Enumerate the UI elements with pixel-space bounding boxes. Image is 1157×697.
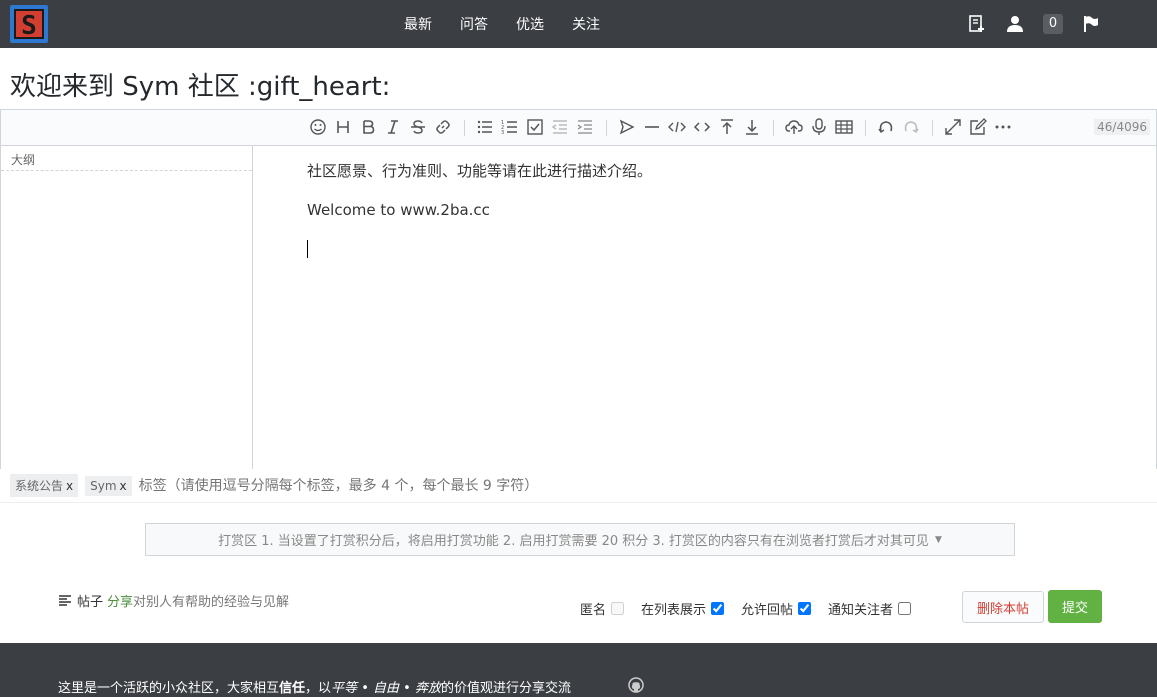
nav-right: 0 <box>949 0 1101 48</box>
editor-content[interactable]: 社区愿景、行为准则、功能等请在此进行描述介绍。 Welcome to www.2… <box>253 146 1156 469</box>
tag-input[interactable] <box>138 477 579 494</box>
upload-icon[interactable] <box>785 118 803 136</box>
footer: 这里是一个活跃的小众社区，大家相互信任，以平等 • 自由 • 奔放的价值观进行分… <box>0 643 1157 697</box>
post-type-hint: 帖子 分享 对别人有帮助的经验与见解 <box>58 591 289 610</box>
slogan-dot: • <box>399 681 415 696</box>
post-options: 匿名 在列表展示 允许回帖 通知关注者 <box>580 599 928 618</box>
ordered-list-icon[interactable]: 123 <box>501 118 519 136</box>
post-type-icon <box>59 594 71 606</box>
fullscreen-icon[interactable] <box>944 118 962 136</box>
hint-share: 分享 <box>107 595 134 610</box>
notification-count-badge[interactable]: 0 <box>1043 14 1063 34</box>
chevron-down-icon: ▼ <box>934 534 942 545</box>
toolbar-separator <box>773 120 774 136</box>
slogan-equality: 平等 <box>331 681 358 696</box>
submit-button[interactable]: 提交 <box>1048 590 1102 623</box>
anonymous-checkbox[interactable] <box>611 602 625 615</box>
tag-remove-button[interactable]: x <box>120 479 127 493</box>
outline-title: 大纲 <box>1 146 252 171</box>
hint-text: 对别人有帮助的经验与见解 <box>133 595 290 610</box>
undo-icon[interactable] <box>877 118 895 136</box>
tag-label: Sym <box>90 478 117 493</box>
anonymous-option[interactable]: 匿名 <box>580 599 625 618</box>
inline-code-icon[interactable] <box>693 118 711 136</box>
nav-latest[interactable]: 最新 <box>404 14 432 34</box>
text-cursor <box>307 240 308 258</box>
content-paragraph: Welcome to www.2ba.cc <box>307 201 490 219</box>
notify-followers-label: 通知关注者 <box>828 603 894 618</box>
code-block-icon[interactable] <box>668 118 686 136</box>
github-icon[interactable] <box>628 677 644 693</box>
quote-icon[interactable] <box>618 118 636 136</box>
strike-icon[interactable] <box>409 118 427 136</box>
unordered-list-icon[interactable] <box>476 118 494 136</box>
tag-chip[interactable]: 系统公告 x <box>10 474 79 497</box>
content-paragraph: 社区愿景、行为准则、功能等请在此进行描述介绍。 <box>307 162 653 180</box>
user-icon[interactable] <box>1005 14 1025 34</box>
more-icon[interactable] <box>994 118 1012 136</box>
editor-toolbar: 123 46/4096 <box>1 110 1156 146</box>
show-in-list-label: 在列表展示 <box>641 603 707 618</box>
allow-reply-label: 允许回帖 <box>741 603 794 618</box>
toolbar-separator <box>464 120 465 136</box>
link-icon[interactable] <box>434 118 452 136</box>
notify-followers-option[interactable]: 通知关注者 <box>828 599 912 618</box>
allow-reply-checkbox[interactable] <box>798 602 812 615</box>
tag-remove-button[interactable]: x <box>66 479 73 493</box>
slogan-part: ，以 <box>305 681 332 696</box>
italic-icon[interactable] <box>384 118 402 136</box>
bold-icon[interactable] <box>359 118 377 136</box>
table-icon[interactable] <box>835 118 853 136</box>
flag-icon[interactable] <box>1081 14 1101 34</box>
horizontal-rule-icon[interactable] <box>643 118 661 136</box>
new-post-icon[interactable] <box>967 14 987 34</box>
show-in-list-checkbox[interactable] <box>711 602 725 615</box>
toolbar-separator <box>865 120 866 136</box>
edit-mode-icon[interactable] <box>969 118 987 136</box>
slogan-part: 这里是一个活跃的小众社区，大家相互 <box>58 681 280 696</box>
checklist-icon[interactable] <box>526 118 544 136</box>
toolbar-separator <box>606 120 607 136</box>
heading-icon[interactable] <box>334 118 352 136</box>
reward-section-toggle[interactable]: 打赏区 1. 当设置了打赏积分后，将启用打赏功能 2. 启用打赏需要 20 积分… <box>145 523 1015 556</box>
anonymous-label: 匿名 <box>580 603 607 618</box>
outline-panel: 大纲 <box>1 146 253 469</box>
svg-text:3: 3 <box>501 130 504 136</box>
nav-links: 最新 问答 优选 关注 <box>390 0 614 48</box>
tag-label: 系统公告 <box>15 479 64 493</box>
slogan-dot: • <box>357 681 373 696</box>
nav-follow[interactable]: 关注 <box>572 14 600 34</box>
slogan-freedom: 自由 <box>373 681 400 696</box>
tag-chip[interactable]: Sym x <box>85 475 132 496</box>
post-type-label[interactable]: 帖子 <box>77 591 103 610</box>
allow-reply-option[interactable]: 允许回帖 <box>741 599 812 618</box>
top-nav: S 最新 问答 优选 关注 0 <box>0 0 1157 48</box>
markdown-editor: 123 46/4096 大纲 社区愿景、行为准则、功能等请在此进行描述介绍。 W… <box>0 109 1157 469</box>
reward-description: 打赏区 1. 当设置了打赏积分后，将启用打赏功能 2. 启用打赏需要 20 积分… <box>218 534 929 549</box>
tags-bar: 系统公告 x Sym x <box>0 469 1157 503</box>
slogan-part: 的价值观进行分享交流 <box>440 681 571 696</box>
footer-slogan: 这里是一个活跃的小众社区，大家相互信任，以平等 • 自由 • 奔放的价值观进行分… <box>58 677 571 696</box>
site-logo[interactable]: S <box>10 5 48 43</box>
record-icon[interactable] <box>810 118 828 136</box>
logo-s-icon: S <box>14 9 44 41</box>
delete-post-button[interactable]: 删除本帖 <box>962 591 1044 623</box>
outdent-icon[interactable] <box>551 118 569 136</box>
indent-icon[interactable] <box>576 118 594 136</box>
notify-followers-checkbox[interactable] <box>898 602 912 615</box>
slogan-trust: 信任 <box>279 681 306 696</box>
toolbar-separator <box>932 120 933 136</box>
emoji-icon[interactable] <box>309 118 327 136</box>
character-counter: 46/4096 <box>1094 119 1150 135</box>
page-title: 欢迎来到 Sym 社区 :gift_heart: <box>10 72 391 102</box>
redo-icon[interactable] <box>902 118 920 136</box>
nav-qna[interactable]: 问答 <box>460 14 488 34</box>
insert-after-icon[interactable] <box>743 118 761 136</box>
show-in-list-option[interactable]: 在列表展示 <box>641 599 725 618</box>
insert-before-icon[interactable] <box>718 118 736 136</box>
slogan-openness: 奔放 <box>414 681 441 696</box>
nav-perfect[interactable]: 优选 <box>516 14 544 34</box>
